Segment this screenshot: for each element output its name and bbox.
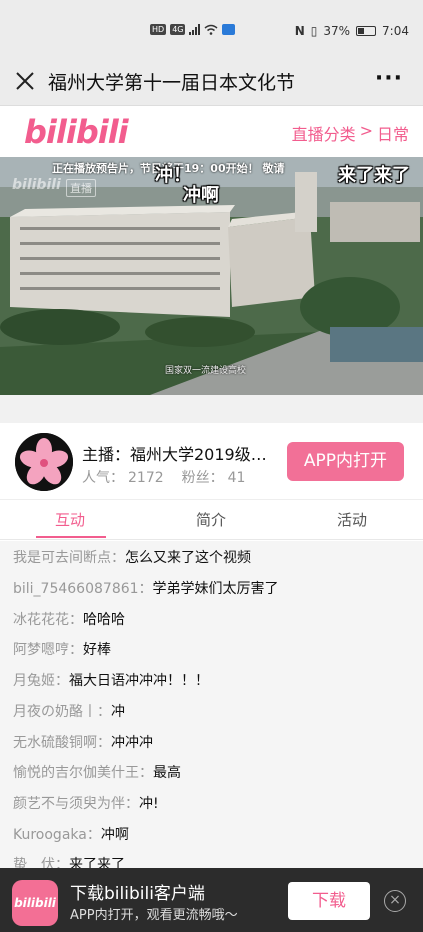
breadcrumb-separator: > <box>359 121 373 140</box>
chat-message: 愉悦的吉尔伽美什王：最高 <box>13 762 181 782</box>
chat-username[interactable]: 阿梦嗯哼： <box>13 642 83 658</box>
title-bar: 福州大学第十一届日本文化节 ··· <box>0 60 423 106</box>
vibrate-icon: ▯ <box>310 24 318 38</box>
clock: 7:04 <box>382 24 409 38</box>
sakura-avatar-icon <box>15 433 73 491</box>
chat-text: 福大日语冲冲冲！！！ <box>69 673 209 689</box>
more-options-button[interactable]: ··· <box>375 66 403 91</box>
chat-text: 哈哈哈 <box>83 612 125 628</box>
bilibili-watermark: bilibili <box>12 177 61 193</box>
wifi-icon <box>205 24 218 35</box>
battery-percent: 37% <box>323 24 351 38</box>
hd-badge: HD <box>150 24 167 35</box>
popularity-label: 人气： <box>82 470 124 486</box>
chat-username[interactable]: 颜艺不与须臾为伴： <box>13 796 139 812</box>
fans-count: 41 <box>227 470 246 486</box>
download-banner: bilibili 下载bilibili客户端 APP内打开，观看更流畅哦～ 下载… <box>0 868 423 932</box>
chat-message: Kuroogaka：冲啊 <box>13 824 129 844</box>
chat-username[interactable]: 我是可去间断点： <box>13 550 125 566</box>
nfc-icon: N <box>294 24 305 38</box>
chat-username[interactable]: bili_75466087861： <box>13 581 153 597</box>
host-stats: 人气： 2172 粉丝： 41 <box>82 467 249 487</box>
chat-text: 冲! <box>139 796 159 812</box>
banner-close-button[interactable]: × <box>384 890 406 912</box>
chat-message: 我是可去间断点：怎么又来了这个视频 <box>13 547 251 567</box>
signal-icon <box>189 24 201 35</box>
bilibili-logo[interactable]: bilibili <box>24 113 129 151</box>
active-tab-indicator <box>36 536 106 538</box>
chat-username[interactable]: 冰花花花： <box>13 612 83 628</box>
chat-text: 冲啊 <box>100 827 129 843</box>
video-player[interactable]: bilibili 直播 正在播放预告片，节目将于19：00开始！ 敬请 冲！ 来… <box>0 157 423 395</box>
banner-subtitle: APP内打开，观看更流畅哦～ <box>70 908 238 923</box>
close-icon <box>16 72 34 90</box>
tab-activity[interactable]: 活动 <box>337 509 367 530</box>
chat-text: 好棒 <box>83 642 111 658</box>
video-caption: 国家双一流建设高校 <box>165 366 247 376</box>
fans-label: 粉丝： <box>181 470 224 486</box>
chat-username[interactable]: Kuroogaka： <box>13 827 101 843</box>
avatar[interactable] <box>15 433 73 491</box>
chat-username[interactable]: 月夜の奶酪丨： <box>13 704 111 720</box>
live-badge: 直播 <box>66 179 96 197</box>
chat-text: 最高 <box>153 765 181 781</box>
chat-text: 学弟学妹们太厉害了 <box>152 581 279 597</box>
banner-title: 下载bilibili客户端 <box>70 884 205 904</box>
chat-message: 月夜の奶酪丨：冲 <box>13 701 125 721</box>
tab-intro[interactable]: 简介 <box>196 509 226 530</box>
tab-interaction[interactable]: 互动 <box>55 509 85 530</box>
status-bar: HD 4G N ▯ 37% 7:04 <box>0 0 423 60</box>
4g-badge: 4G <box>170 24 186 35</box>
close-button[interactable] <box>12 68 38 94</box>
app-notification-icon <box>222 24 236 35</box>
open-in-app-button[interactable]: APP内打开 <box>287 442 404 481</box>
chat-message: 冰花花花：哈哈哈 <box>13 609 125 629</box>
bilibili-app-icon: bilibili <box>12 880 58 926</box>
chat-message: 无水硫酸铜啊：冲冲冲 <box>13 732 153 752</box>
breadcrumb-subcategory[interactable]: 日常 <box>377 121 409 145</box>
chat-username[interactable]: 无水硫酸铜啊： <box>13 735 111 751</box>
status-right: N ▯ 37% 7:04 <box>295 24 409 38</box>
popularity-count: 2172 <box>128 470 164 486</box>
chat-text: 冲冲冲 <box>111 735 153 751</box>
danmaku-comment: 冲啊 <box>183 185 219 206</box>
chat-list[interactable]: 我是可去间断点：怎么又来了这个视频 bili_75466087861：学弟学妹们… <box>0 541 423 871</box>
bilibili-header: bilibili 直播分类 > 日常 <box>0 107 423 157</box>
chat-username[interactable]: 愉悦的吉尔伽美什王： <box>13 765 153 781</box>
chat-message: bili_75466087861：学弟学妹们太厉害了 <box>13 578 279 598</box>
chat-message: 阿梦嗯哼：好棒 <box>13 639 111 659</box>
chat-text: 怎么又来了这个视频 <box>125 550 251 566</box>
breadcrumb-category[interactable]: 直播分类 <box>292 121 356 145</box>
battery-icon <box>356 26 377 36</box>
host-info: 主播：福州大学2019级… 人气： 2172 粉丝： 41 APP内打开 <box>0 423 423 500</box>
chat-text: 冲 <box>111 704 125 720</box>
chat-message: 月兔姬：福大日语冲冲冲！！！ <box>13 670 209 690</box>
network-indicators: HD 4G <box>150 24 236 35</box>
download-button[interactable]: 下载 <box>288 882 370 920</box>
tab-bar: 互动 简介 活动 <box>0 500 423 540</box>
divider-band <box>0 395 423 423</box>
host-name: 主播：福州大学2019级… <box>82 445 267 464</box>
danmaku-comment: 来了来了 <box>338 165 410 186</box>
page-title: 福州大学第十一届日本文化节 <box>48 72 296 94</box>
breadcrumb: 直播分类 > 日常 <box>292 121 409 145</box>
chat-username[interactable]: 月兔姬： <box>13 673 69 689</box>
chat-message: 颜艺不与须臾为伴：冲! <box>13 793 159 813</box>
